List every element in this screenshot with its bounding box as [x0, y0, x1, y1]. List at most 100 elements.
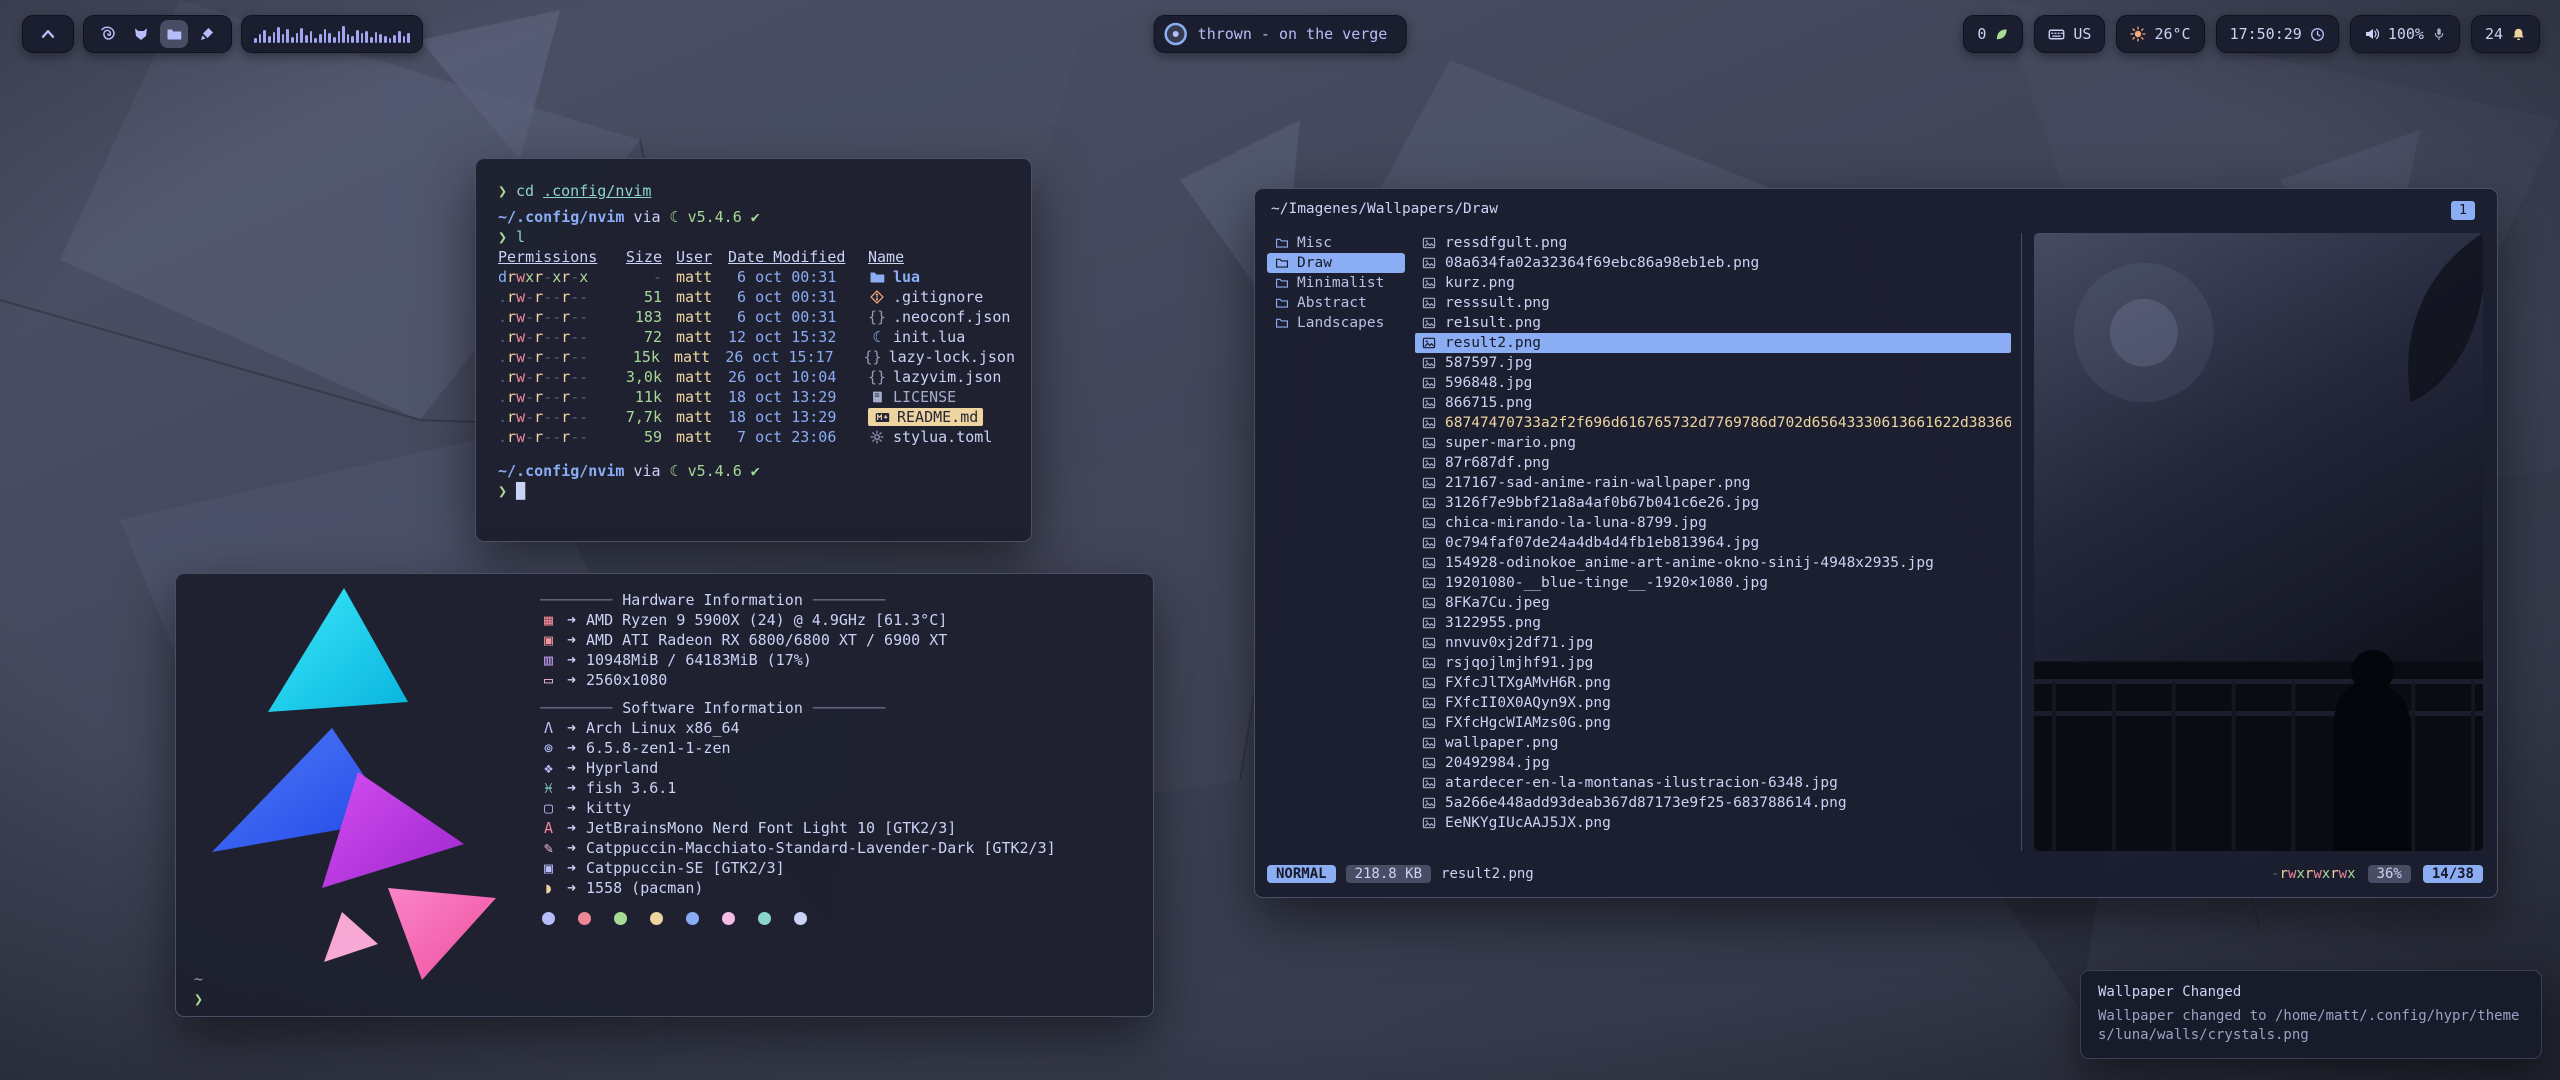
notifications-widget[interactable]: 24	[2471, 15, 2540, 53]
file-row[interactable]: 587597.jpg	[1415, 353, 2011, 373]
terminal-command-line: ❯cd.config/nvim	[498, 181, 1015, 201]
image-file-icon	[1421, 676, 1437, 690]
dock-item-fox[interactable]	[127, 20, 155, 48]
image-file-icon	[1421, 416, 1437, 430]
file-row[interactable]: atardecer-en-la-montanas-ilustracion-634…	[1415, 773, 2011, 793]
file-row[interactable]: 3126f7e9bbf21a8a4af0b67b041c6e26.jpg	[1415, 493, 2011, 513]
terminal-input-line[interactable]: ❯█	[498, 481, 1015, 501]
file-name: 596848.jpg	[1445, 375, 1532, 391]
arrow-icon: ➜	[567, 631, 576, 649]
section-title: Hardware Information	[622, 591, 803, 609]
visualizer-bar	[277, 27, 280, 43]
file-row[interactable]: resssult.png	[1415, 293, 2011, 313]
weather-widget[interactable]: 26°C	[2116, 15, 2204, 53]
media-widget[interactable]: thrown - on the verge	[1154, 15, 1407, 53]
notifications-value: 24	[2485, 25, 2503, 43]
fetch-prompt[interactable]: ~ ❯	[194, 970, 203, 1010]
filesize-badge: 218.8 KB	[1346, 865, 1431, 883]
folder-icon	[1274, 276, 1290, 290]
folder-icon	[1274, 316, 1290, 330]
image-file-icon	[1421, 476, 1437, 490]
dock-item-files[interactable]	[160, 20, 188, 48]
file-row[interactable]: 87r687df.png	[1415, 453, 2011, 473]
file-row[interactable]: result2.png	[1415, 333, 2011, 353]
folder-pane[interactable]: MiscDraw Minimalist AbstractLandscapes	[1267, 233, 1405, 851]
folder-name: Minimalist	[1297, 275, 1384, 291]
file-row[interactable]: 19201080-__blue-tinge__-1920×1080.jpg	[1415, 573, 2011, 593]
fetch-value: Arch Linux x86_64	[586, 719, 740, 737]
file-row[interactable]: 5a266e448add93deab367d87173e9f25-6837886…	[1415, 793, 2011, 813]
folder-icon	[1274, 296, 1290, 310]
file-name: EeNKYgIUcAAJ5JX.png	[1445, 815, 1611, 831]
folder-item-abstract[interactable]: Abstract	[1267, 293, 1405, 313]
palette-dot	[578, 912, 591, 925]
visualizer-bar	[328, 33, 331, 43]
cursor-block: █	[516, 482, 525, 500]
speaker-icon	[2364, 26, 2380, 42]
palette-dot	[614, 912, 627, 925]
fetch-line: ♓➜fish 3.6.1	[540, 778, 1135, 798]
braces-icon: {}	[868, 368, 886, 386]
notification-title: Wallpaper Changed	[2098, 984, 2524, 1000]
folder-item-landscapes[interactable]: Landscapes	[1267, 313, 1405, 333]
file-row[interactable]: wallpaper.png	[1415, 733, 2011, 753]
palette-dot	[650, 912, 663, 925]
bell-icon	[2511, 27, 2526, 42]
filename: stylua.toml	[893, 428, 992, 446]
file-row[interactable]: 08a634fa02a32364f69ebc86a98eb1eb.png	[1415, 253, 2011, 273]
file-row[interactable]: kurz.png	[1415, 273, 2011, 293]
folder-item-misc[interactable]: Misc	[1267, 233, 1405, 253]
keyboard-widget[interactable]: US	[2034, 15, 2105, 53]
image-file-icon	[1421, 296, 1437, 310]
file-row[interactable]: 0c794faf07de24a4db4d4fb1eb813964.jpg	[1415, 533, 2011, 553]
arrow-icon: ➜	[567, 739, 576, 757]
file-row[interactable]: 20492984.jpg	[1415, 753, 2011, 773]
launcher-button[interactable]	[22, 15, 74, 53]
file-row[interactable]: re1sult.png	[1415, 313, 2011, 333]
file-row[interactable]: nnvuv0xj2df71.jpg	[1415, 633, 2011, 653]
fetch-value: 2560x1080	[586, 671, 667, 689]
file-pane[interactable]: ressdfgult.png08a634fa02a32364f69ebc86a9…	[1415, 233, 2011, 851]
file-row[interactable]: 3122955.png	[1415, 613, 2011, 633]
volume-widget[interactable]: 100%	[2350, 15, 2460, 53]
file-row[interactable]: ressdfgult.png	[1415, 233, 2011, 253]
file-name: resssult.png	[1445, 295, 1550, 311]
fetch-value: 10948MiB / 64183MiB (17%)	[586, 651, 812, 669]
color-palette	[540, 912, 1135, 925]
file-row[interactable]: 217167-sad-anime-rain-wallpaper.png	[1415, 473, 2011, 493]
kernel-icon: ⊚	[540, 739, 557, 757]
file-name: result2.png	[1445, 335, 1541, 351]
file-name: FXfcJlTXgAMvH6R.png	[1445, 675, 1611, 691]
arrow-icon: ➜	[567, 839, 576, 857]
via-label: via	[633, 462, 660, 480]
file-row[interactable]: 8FKa7Cu.jpeg	[1415, 593, 2011, 613]
updates-widget[interactable]: 0	[1963, 15, 2023, 53]
clock-widget[interactable]: 17:50:29	[2216, 15, 2339, 53]
image-file-icon	[1421, 236, 1437, 250]
file-row[interactable]: chica-mirando-la-luna-8799.jpg	[1415, 513, 2011, 533]
braces-icon: {}	[868, 308, 886, 326]
file-row[interactable]: 68747470733a2f2f696d616765732d7769786d70…	[1415, 413, 2011, 433]
file-row[interactable]: rsjqojlmjhf91.jpg	[1415, 653, 2011, 673]
notification-popup[interactable]: Wallpaper Changed Wallpaper changed to /…	[2080, 970, 2542, 1059]
folder-item-draw[interactable]: Draw	[1267, 253, 1405, 273]
dock-item-spiral[interactable]	[94, 20, 122, 48]
file-row[interactable]: FXfcHgcWIAMzs0G.png	[1415, 713, 2011, 733]
audio-visualizer[interactable]	[241, 15, 423, 53]
file-row[interactable]: super-mario.png	[1415, 433, 2011, 453]
file-row[interactable]: FXfcJlTXgAMvH6R.png	[1415, 673, 2011, 693]
file-row[interactable]: EeNKYgIUcAAJ5JX.png	[1415, 813, 2011, 833]
file-row[interactable]: FXfcII0X0AQyn9X.png	[1415, 693, 2011, 713]
file-row[interactable]: 866715.png	[1415, 393, 2011, 413]
memory-icon: ▥	[540, 651, 557, 669]
visualizer-bar	[254, 38, 257, 43]
file-row[interactable]: 154928-odinokoe_anime-art-anime-okno-sin…	[1415, 553, 2011, 573]
image-file-icon	[1421, 516, 1437, 530]
fetch-line: ▢➜kitty	[540, 798, 1135, 818]
visualizer-bar	[300, 28, 303, 43]
dock-item-paint[interactable]	[193, 20, 221, 48]
image-file-icon	[1421, 536, 1437, 550]
file-row[interactable]: 596848.jpg	[1415, 373, 2011, 393]
folder-item-minimalist[interactable]: Minimalist	[1267, 273, 1405, 293]
scroll-percent-badge: 36%	[2368, 865, 2411, 883]
